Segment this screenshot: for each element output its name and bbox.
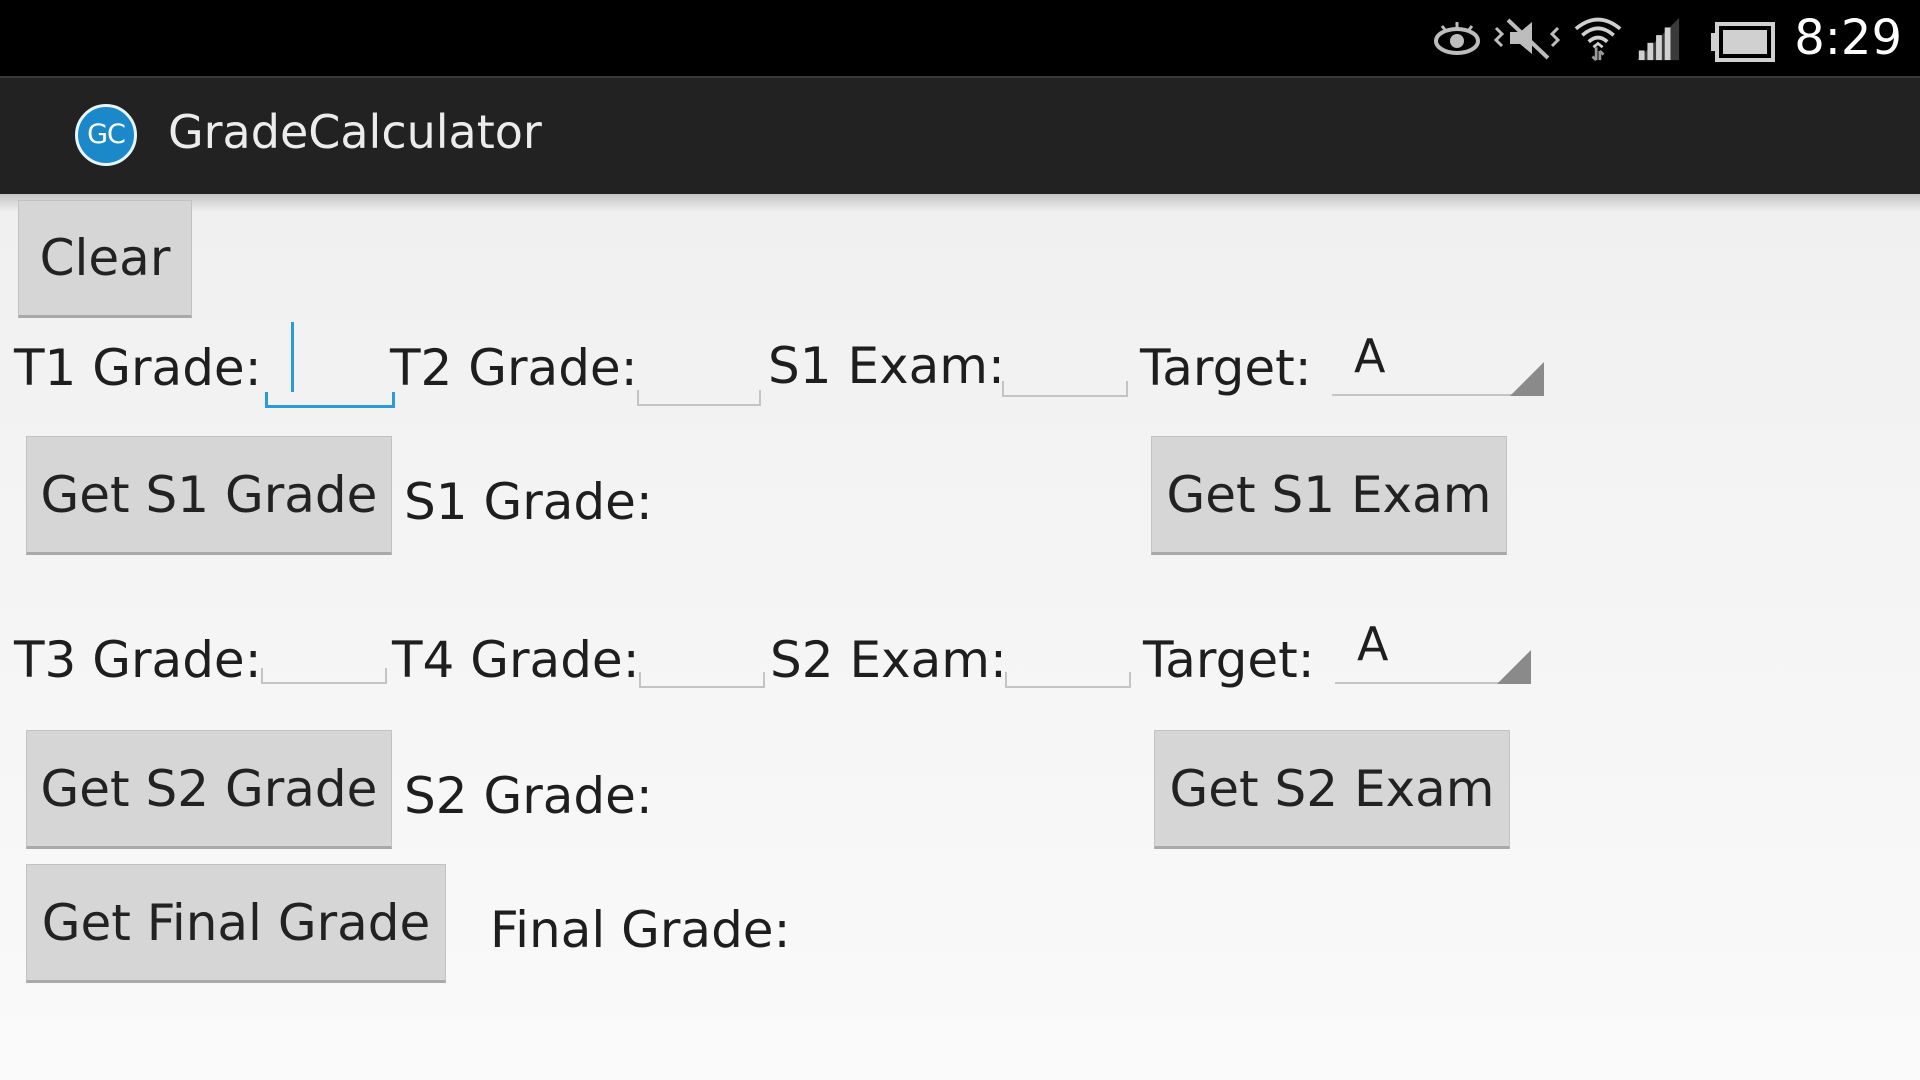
s2-grade-label: S2 Grade: — [404, 767, 653, 825]
text-cursor — [291, 322, 294, 392]
s2-target-spinner[interactable]: A — [1335, 614, 1531, 684]
t1-grade-input[interactable] — [265, 392, 395, 408]
app-logo-icon[interactable]: GC — [75, 104, 137, 166]
s1-grade-label: S1 Grade: — [404, 473, 653, 531]
signal-icon — [1636, 17, 1680, 61]
app-title: GradeCalculator — [168, 105, 542, 159]
wifi-icon — [1574, 17, 1622, 62]
dropdown-arrow-icon — [1510, 362, 1544, 396]
dropdown-arrow-icon — [1497, 650, 1531, 684]
action-bar: GC GradeCalculator — [0, 76, 1920, 194]
t2-grade-label: T2 Grade: — [390, 339, 638, 397]
get-s1-grade-button[interactable]: Get S1 Grade — [26, 436, 392, 555]
vibrate-silent-icon — [1493, 18, 1561, 60]
t2-grade-input[interactable] — [637, 390, 761, 406]
t4-grade-input[interactable] — [639, 672, 765, 688]
s1-target-value: A — [1354, 329, 1386, 383]
get-s1-exam-button[interactable]: Get S1 Exam — [1151, 436, 1507, 555]
s2-exam-label: S2 Exam: — [770, 631, 1007, 689]
s2-target-value: A — [1357, 617, 1389, 671]
s1-exam-label: S1 Exam: — [768, 337, 1005, 395]
s1-exam-input[interactable] — [1002, 381, 1128, 397]
action-bar-shadow — [0, 194, 1920, 212]
s2-exam-input[interactable] — [1005, 672, 1131, 688]
final-grade-label: Final Grade: — [490, 901, 791, 959]
get-s2-grade-button[interactable]: Get S2 Grade — [26, 730, 392, 849]
clear-button[interactable]: Clear — [18, 200, 192, 318]
s1-target-spinner[interactable]: A — [1332, 326, 1544, 396]
s1-target-label: Target: — [1140, 339, 1312, 397]
get-final-grade-button[interactable]: Get Final Grade — [26, 864, 446, 983]
t4-grade-label: T4 Grade: — [392, 631, 640, 689]
s2-target-label: Target: — [1143, 631, 1315, 689]
battery-icon — [1711, 22, 1775, 62]
status-bar: 8:29 — [0, 0, 1920, 76]
get-s2-exam-button[interactable]: Get S2 Exam — [1154, 730, 1510, 849]
t3-grade-input[interactable] — [261, 668, 387, 684]
t1-grade-label: T1 Grade: — [14, 339, 262, 397]
status-time: 8:29 — [1794, 10, 1902, 66]
t3-grade-label: T3 Grade: — [14, 631, 262, 689]
eye-icon — [1434, 22, 1480, 55]
